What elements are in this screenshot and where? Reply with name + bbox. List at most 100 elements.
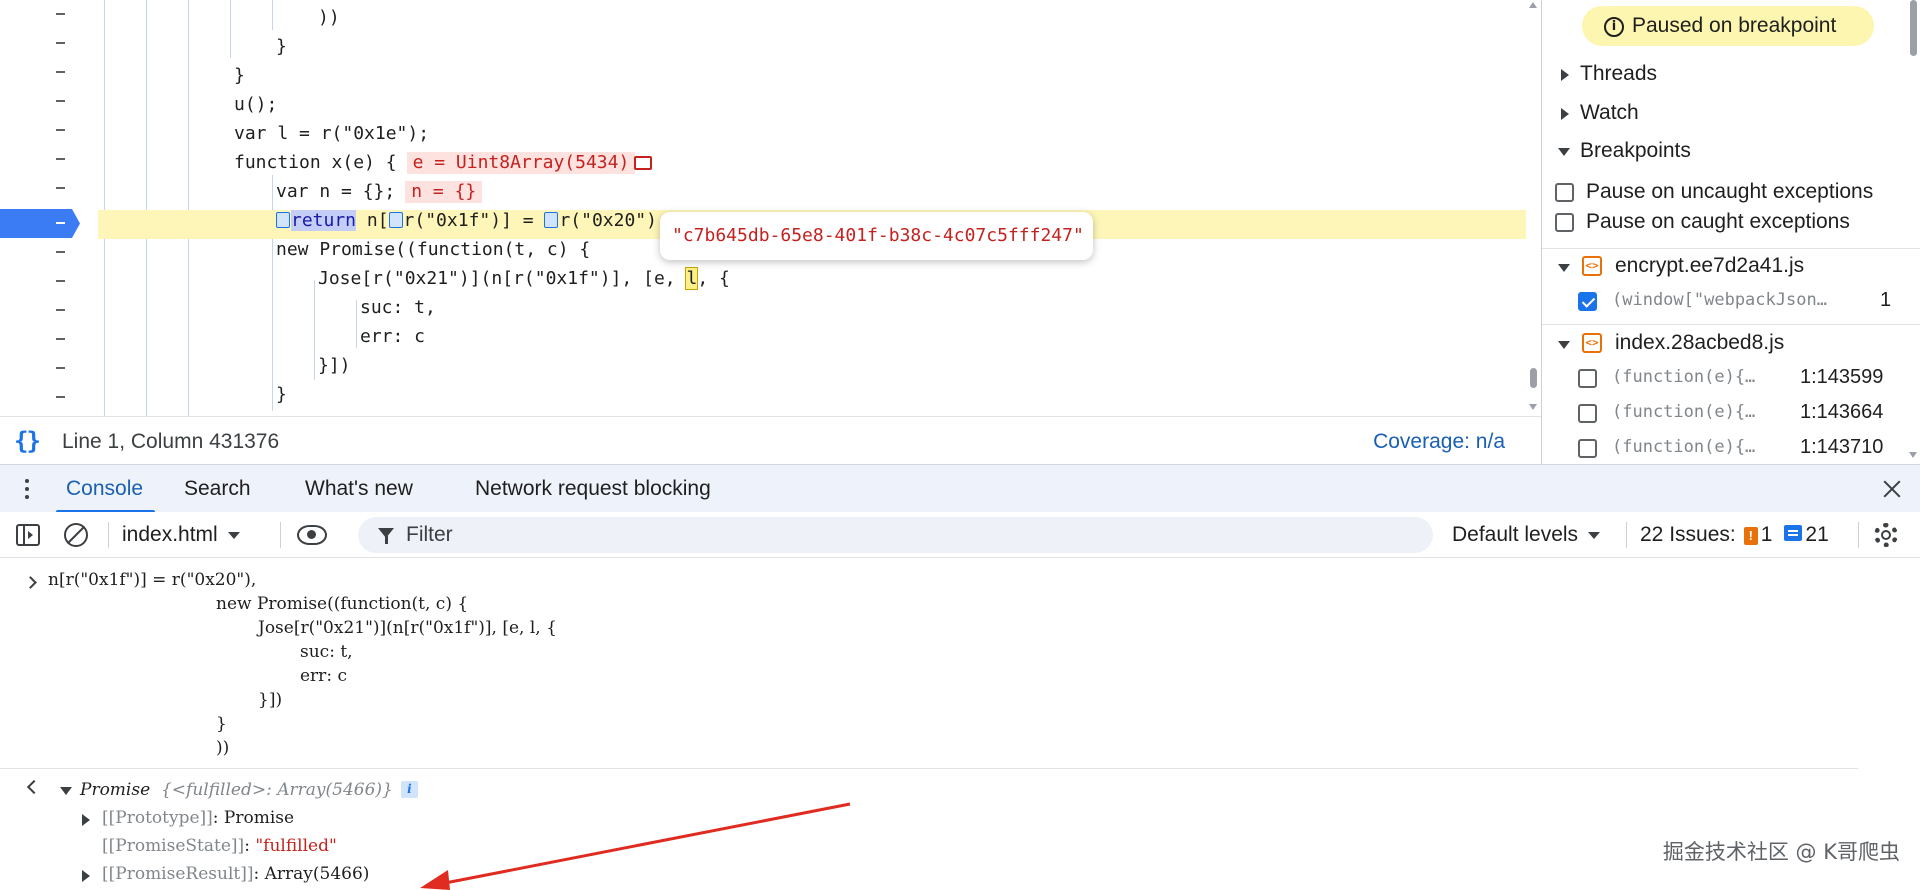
gutter-line[interactable] [0, 0, 100, 29]
collapse-icon[interactable] [1558, 341, 1570, 349]
scroll-down-icon[interactable] [1909, 452, 1917, 458]
collapse-icon[interactable] [60, 787, 72, 795]
step-marker-icon [388, 212, 403, 228]
code-line: }]) [318, 355, 351, 376]
console-output[interactable]: n[r("0x1f")] = r("0x20"), new Promise((f… [0, 558, 1920, 890]
promise-result-row[interactable]: [[PromiseResult]]: Array(5466) [102, 862, 369, 886]
scroll-thumb[interactable] [1530, 368, 1537, 388]
code-line: var n = {}; n = {} [276, 177, 483, 206]
expand-icon[interactable] [82, 814, 90, 826]
source-editor[interactable]: )) } } u(); var l = r("0x1e"); function … [0, 0, 1541, 416]
filter-icon [378, 528, 394, 544]
gutter-line[interactable] [0, 325, 100, 354]
tab-network-request-blocking[interactable]: Network request blocking [475, 465, 711, 513]
close-drawer-icon[interactable] [1882, 479, 1902, 499]
pause-caught-label: Pause on caught exceptions [1586, 210, 1850, 233]
gutter-line[interactable] [0, 58, 100, 87]
collapse-icon[interactable] [1558, 264, 1570, 272]
gutter-line[interactable] [0, 174, 100, 203]
message-icon [1784, 525, 1803, 541]
breakpoint-code[interactable]: (function(e){… [1612, 437, 1755, 457]
breakpoint-code[interactable]: (function(e){… [1612, 402, 1755, 422]
tab-whats-new[interactable]: What's new [305, 465, 413, 513]
breakpoint-code[interactable]: (window["webpackJson… [1612, 290, 1827, 310]
console-input-line: } [216, 714, 227, 734]
live-expression-eye-icon[interactable] [297, 525, 327, 545]
code-line: } [234, 65, 245, 86]
section-threads[interactable]: Threads [1542, 55, 1902, 93]
code-line: u(); [234, 94, 278, 115]
section-watch[interactable]: Watch [1542, 94, 1902, 132]
filter-input[interactable] [406, 517, 1406, 553]
breakpoint-checkbox[interactable] [1578, 404, 1597, 423]
indent-guide [272, 0, 273, 30]
log-levels-dropdown[interactable]: Default levels [1452, 520, 1604, 550]
clear-console-icon[interactable] [64, 523, 88, 547]
step-marker-icon [544, 212, 559, 228]
input-prompt-icon [24, 576, 37, 589]
coverage-link[interactable]: Coverage: n/a [1373, 430, 1505, 454]
value-tooltip: "c7b645db-65e8-401f-b38c-4c07c5fff247" [660, 212, 1093, 260]
console-input-line: new Promise((function(t, c) { [216, 594, 469, 614]
breakpoint-code[interactable]: (function(e){… [1612, 367, 1755, 387]
breakpoint-checkbox[interactable] [1578, 369, 1597, 388]
pause-caught-checkbox[interactable] [1555, 213, 1574, 232]
info-icon[interactable]: i [400, 781, 418, 798]
gear-icon[interactable] [1874, 523, 1898, 547]
breakpoint-marker[interactable] [0, 209, 80, 238]
gutter-line[interactable] [0, 296, 100, 325]
breakpoint-checkbox[interactable] [1578, 439, 1597, 458]
editor-scrollbar[interactable] [1526, 0, 1541, 416]
tab-search[interactable]: Search [184, 465, 251, 513]
issues-counter[interactable]: 22 Issues:! 1 21 [1640, 520, 1829, 550]
console-input-line: Jose[r("0x21")](n[r("0x1f")], [e, l, { [258, 618, 557, 638]
sidebar-scrollbar[interactable] [1906, 0, 1920, 464]
result-arrow-icon [26, 780, 39, 792]
breakpoint-file-name[interactable]: encrypt.ee7d2a41.js [1615, 254, 1804, 278]
code-line: )) [318, 7, 340, 28]
gutter-line[interactable] [0, 267, 100, 296]
tab-console[interactable]: Console [55, 465, 156, 513]
indent-guide [230, 0, 231, 58]
cursor-position: Line 1, Column 431376 [62, 430, 280, 453]
pause-uncaught-checkbox[interactable] [1555, 183, 1574, 202]
breakpoint-file-name[interactable]: index.28acbed8.js [1615, 331, 1784, 355]
expand-icon [1561, 108, 1569, 120]
gutter-line[interactable] [0, 87, 100, 116]
prototype-row[interactable]: [[Prototype]]: Promise [102, 806, 294, 830]
gutter-line[interactable] [0, 29, 100, 58]
filter-box[interactable] [358, 517, 1433, 553]
inline-value: e = Uint8Array(5434) [406, 152, 636, 174]
gutter-line[interactable] [0, 116, 100, 145]
breakpoint-line: 1 [1880, 289, 1892, 311]
expand-icon[interactable] [82, 870, 90, 882]
console-sidebar-toggle-icon[interactable] [16, 524, 40, 546]
gutter-line[interactable] [0, 383, 100, 412]
gutter-line[interactable] [0, 354, 100, 383]
expand-icon [1561, 69, 1569, 81]
code-line: suc: t, [360, 297, 436, 318]
watermark: 掘金技术社区 @ K哥爬虫 [1662, 840, 1900, 864]
code-line: var l = r("0x1e"); [234, 123, 430, 144]
scroll-down-icon[interactable] [1529, 404, 1537, 410]
gutter-line[interactable] [0, 238, 100, 267]
section-breakpoints[interactable]: Breakpoints [1542, 132, 1902, 170]
indent-guide [146, 0, 147, 416]
breakpoint-checkbox[interactable] [1578, 292, 1597, 311]
console-toolbar: index.html Default levels 22 Issues:!121 [0, 512, 1920, 558]
console-input-line: n[r("0x1f")] = r("0x20"), [48, 570, 257, 590]
scroll-thumb[interactable] [1910, 0, 1917, 56]
more-menu-icon[interactable] [25, 479, 29, 499]
code-line: } [276, 36, 287, 57]
pretty-print-icon[interactable]: {} [14, 427, 41, 455]
context-selector[interactable]: index.html [122, 520, 244, 550]
memory-icon[interactable] [634, 156, 652, 170]
info-icon: i [1604, 17, 1624, 37]
console-input-line: }]) [258, 690, 283, 710]
promise-state-row: [[PromiseState]]: "fulfilled" [102, 836, 337, 856]
gutter-line[interactable] [0, 145, 100, 174]
code-line: new Promise((function(t, c) { [276, 239, 591, 260]
console-input-line: suc: t, [300, 642, 353, 662]
promise-result-head[interactable]: Promise {<fulfilled>: Array(5466)} i [80, 778, 418, 802]
scroll-up-icon[interactable] [1529, 2, 1537, 8]
